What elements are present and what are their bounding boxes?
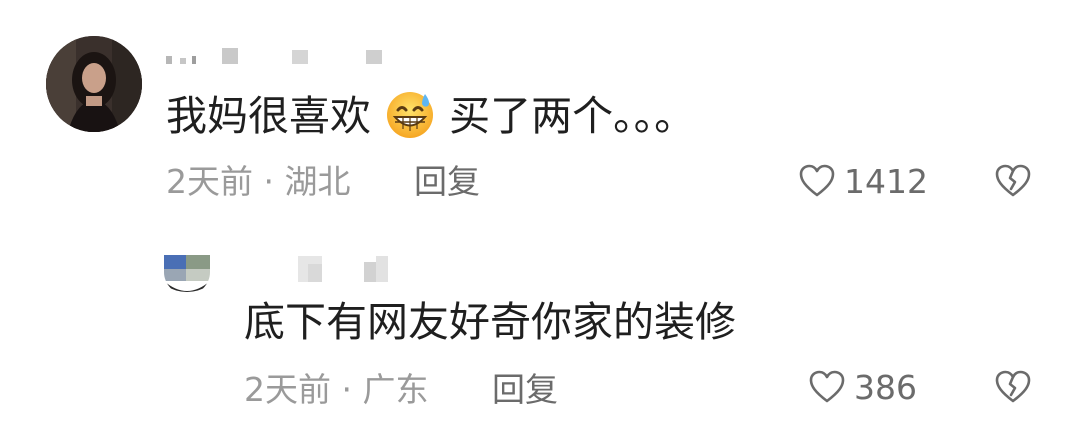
comment-text: 我妈很喜欢 买了两个。。。 <box>166 88 695 150</box>
comment-text-part1: 我妈很喜欢 <box>166 92 371 140</box>
reply-comment-meta: 2天前 · 广东 <box>244 370 429 410</box>
username-blurred <box>166 48 382 64</box>
comment-meta: 2天前 · 湖北 <box>166 162 351 202</box>
heart-outline-icon[interactable] <box>798 162 836 200</box>
broken-heart-icon[interactable] <box>994 162 1032 200</box>
avatar-photo <box>46 36 142 132</box>
comment-time: 2天前 <box>244 370 331 409</box>
meta-separator: · <box>263 162 275 201</box>
meta-separator: · <box>341 370 353 409</box>
reply-commenter-avatar[interactable] <box>164 255 210 295</box>
comment-location: 湖北 <box>284 162 351 201</box>
avatar-photo <box>164 255 210 295</box>
comment-time: 2天前 <box>166 162 253 201</box>
heart-outline-icon[interactable] <box>808 368 846 406</box>
broken-heart-icon[interactable] <box>994 368 1032 406</box>
like-count: 1412 <box>844 162 928 201</box>
grinning-face-with-sweat-icon <box>384 88 436 150</box>
username-blurred <box>298 256 388 282</box>
like-count: 386 <box>854 368 917 407</box>
reply-button[interactable]: 回复 <box>492 370 558 410</box>
commenter-avatar[interactable] <box>46 36 142 132</box>
comment-text-part2: 买了两个。。。 <box>449 92 696 140</box>
reply-comment-text: 底下有网友好奇你家的装修 <box>244 298 736 346</box>
comment-location: 广东 <box>362 370 429 409</box>
reply-button[interactable]: 回复 <box>414 162 480 202</box>
